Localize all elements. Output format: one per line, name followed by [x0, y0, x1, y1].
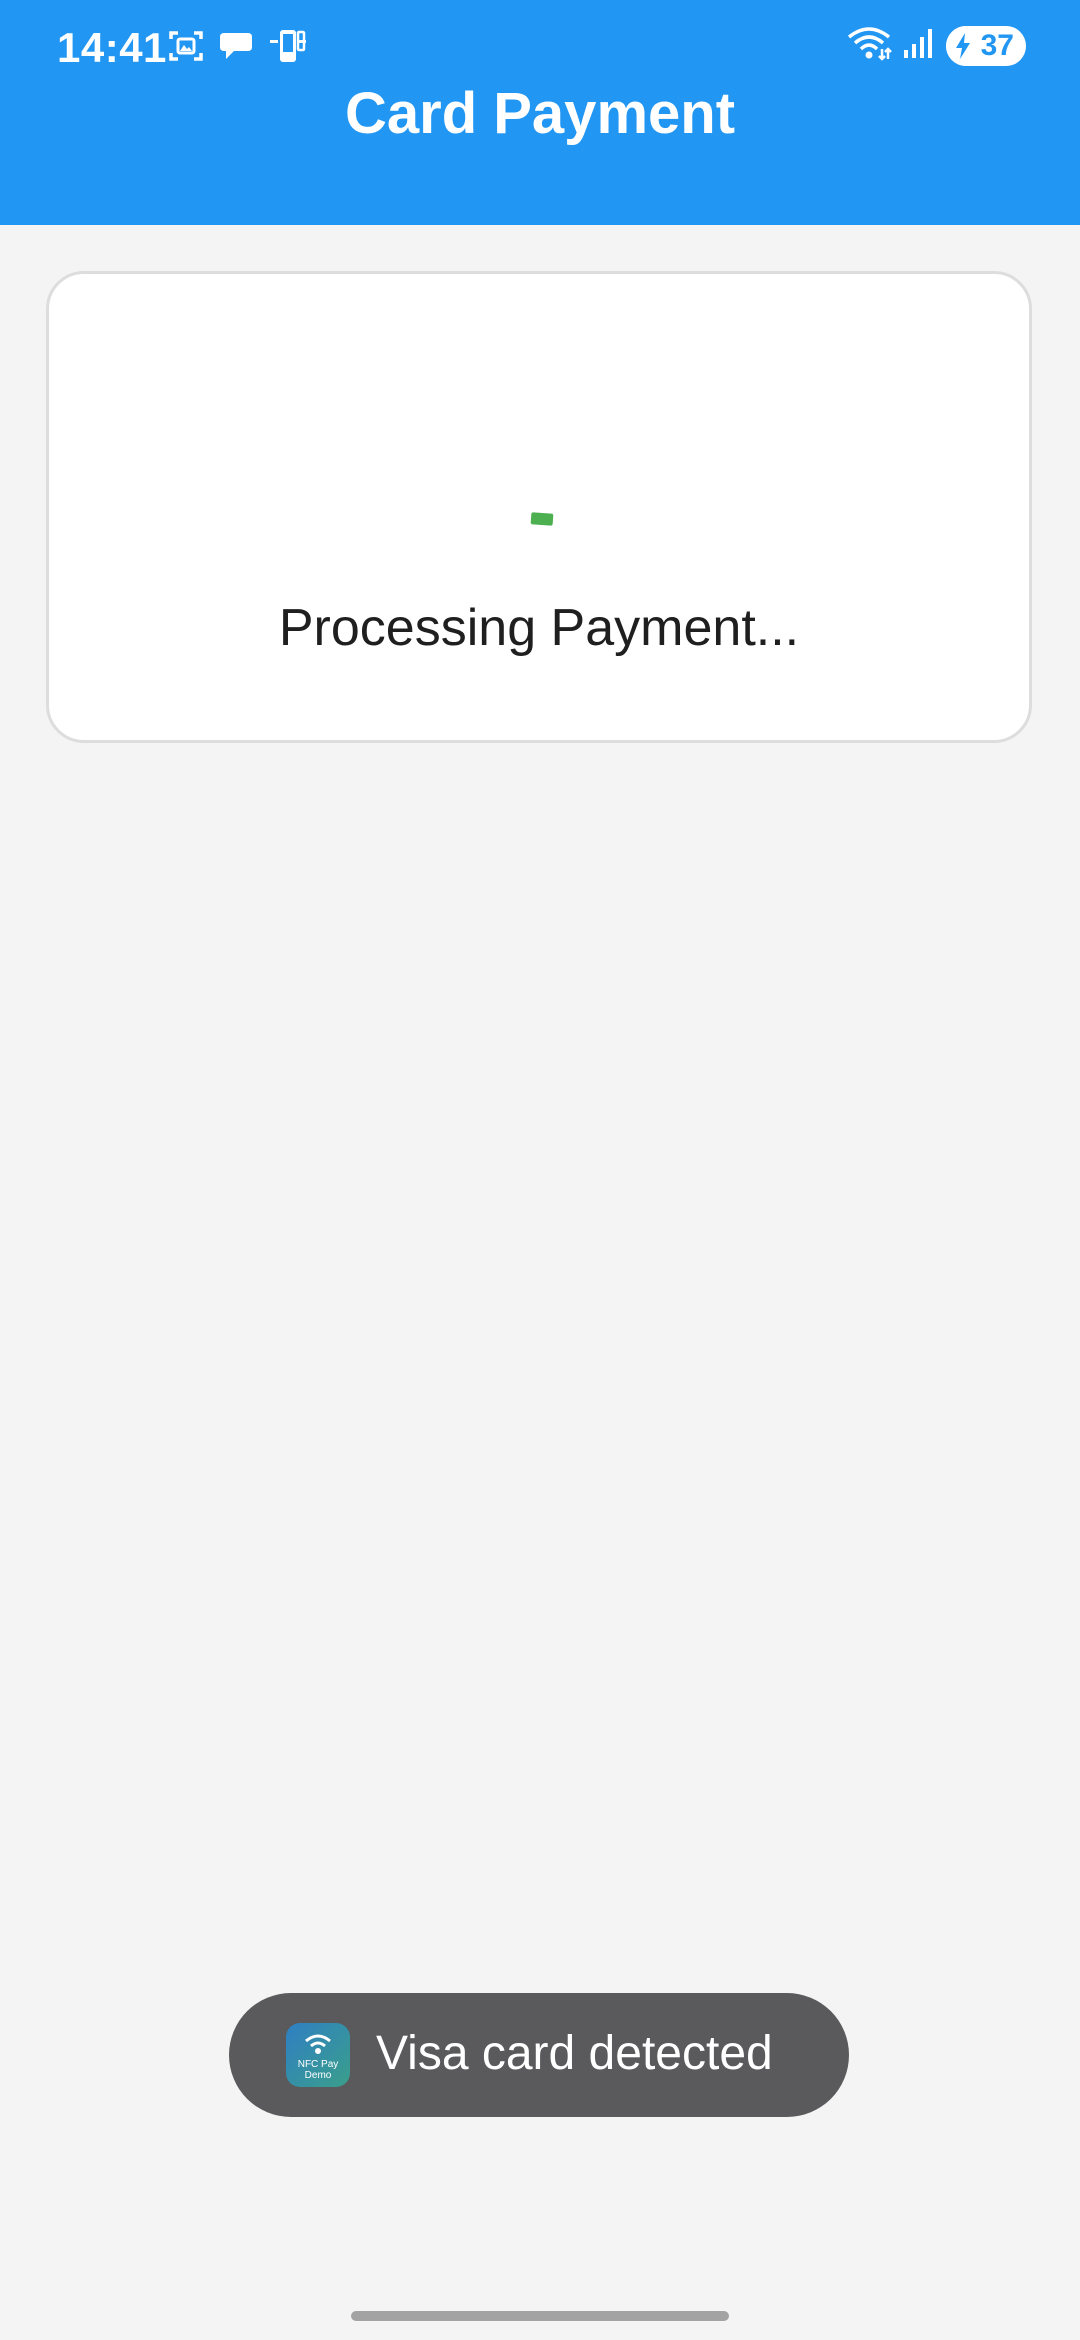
app-icon-label: NFC Pay Demo	[297, 2059, 339, 2081]
wifi-icon	[305, 2034, 331, 2054]
nfc-phone-icon	[268, 28, 308, 69]
charging-bolt-icon	[956, 32, 970, 59]
page-title: Card Payment	[344, 81, 736, 146]
home-indicator[interactable]	[351, 2311, 729, 2321]
signal-icon	[902, 26, 936, 65]
loading-spinner	[530, 512, 554, 526]
status-system-icons: 37	[846, 25, 1026, 66]
processing-status-text: Processing Payment...	[278, 599, 800, 657]
toast-message: Visa card detected	[376, 2027, 773, 2080]
battery-level: 37	[980, 28, 1014, 62]
status-notification-icons	[168, 28, 308, 69]
screenshot-icon	[168, 29, 204, 68]
battery-charging-icon: 37	[946, 25, 1026, 66]
app-bar: 14:41 37 Card Payment	[0, 0, 1080, 225]
chat-bubble-icon	[218, 29, 254, 68]
nfc-pay-app-icon: NFC Pay Demo	[286, 2023, 350, 2087]
payment-status-card: Processing Payment...	[46, 271, 1032, 743]
wifi-icon	[846, 25, 892, 66]
status-time: 14:41	[57, 24, 167, 71]
toast-notification: NFC Pay Demo Visa card detected	[229, 1993, 849, 2117]
